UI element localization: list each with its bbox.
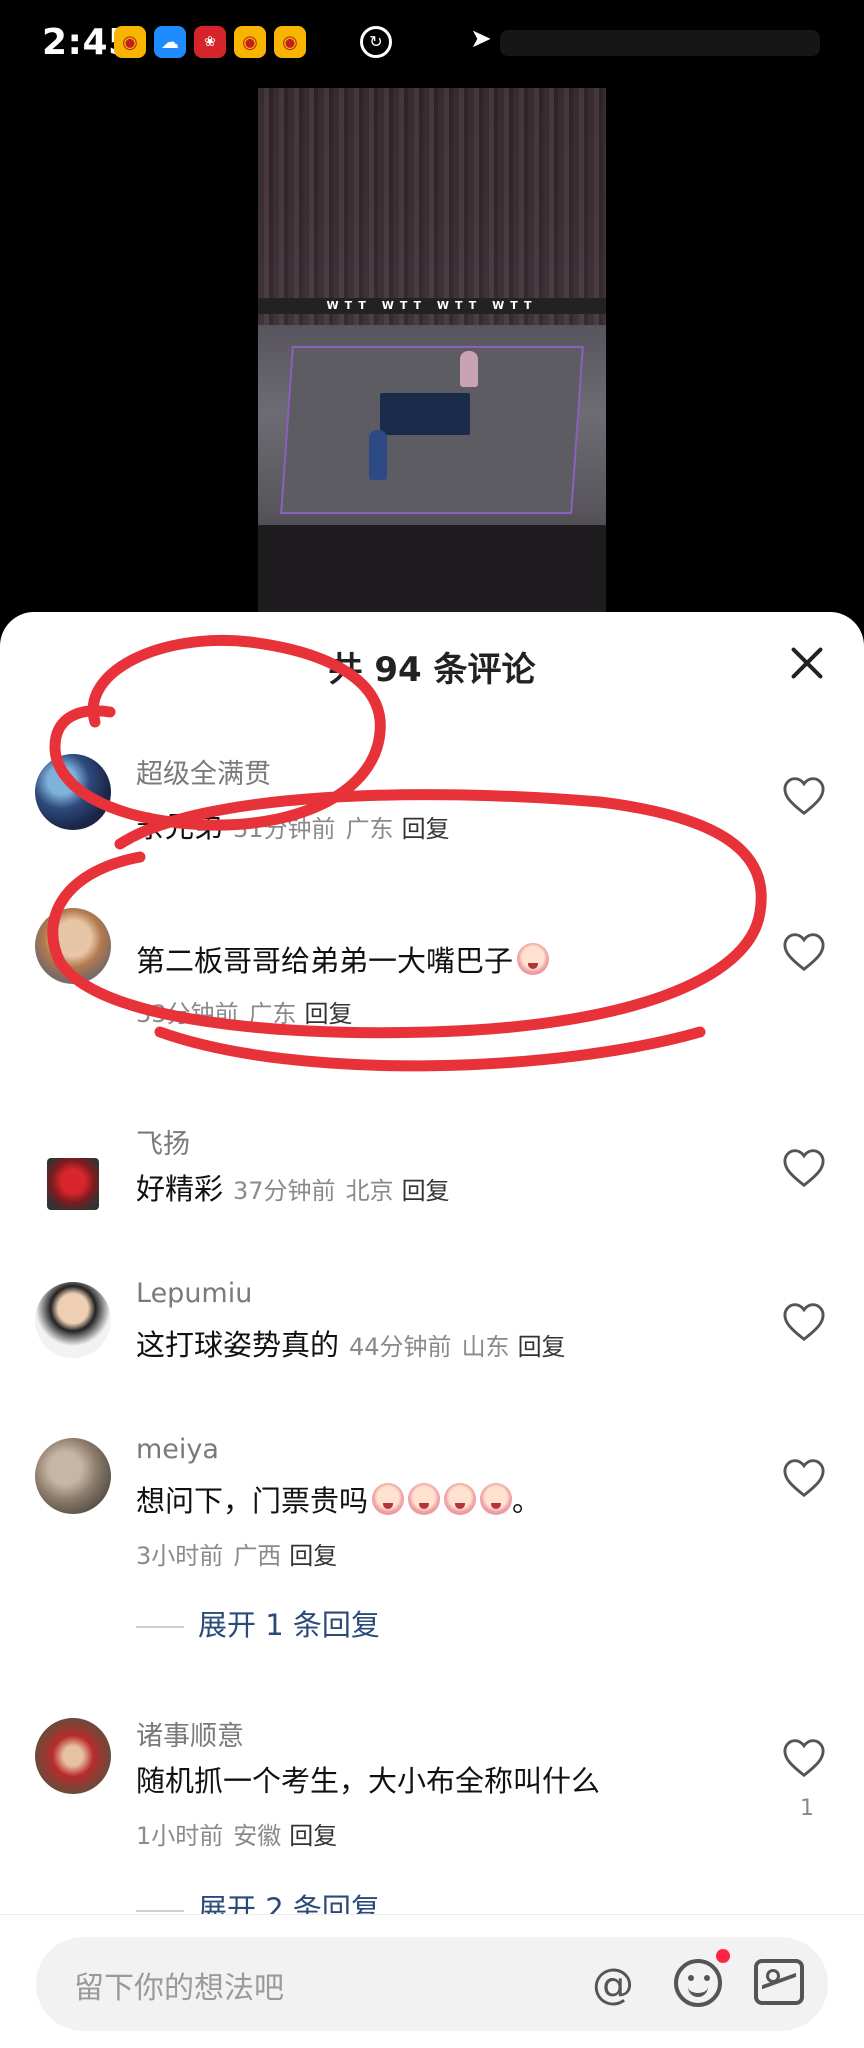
video-player-near — [369, 429, 388, 480]
sheet-title: 共 94 条评论 — [328, 650, 536, 690]
avatar[interactable] — [35, 1438, 111, 1514]
video-player-far — [459, 351, 478, 387]
video-player[interactable]: WTT WTT WTT WTT — [258, 88, 606, 614]
video-table — [379, 393, 471, 436]
comment-location: 安徽 — [233, 1822, 282, 1850]
cloud-icon: ☁ — [154, 26, 186, 58]
heart-icon[interactable] — [782, 1148, 826, 1188]
avatar[interactable] — [47, 1158, 99, 1210]
reply-button[interactable]: 回复 — [402, 815, 450, 843]
comment-meta: 3小时前 广西 回复 — [136, 1536, 337, 1571]
crying-emoji-icon — [372, 1483, 405, 1515]
like-count: 1 — [800, 1796, 814, 1821]
reply-button[interactable]: 回复 — [289, 1542, 337, 1570]
comment-sheet: 共 94 条评论 超级全满贯 亲兄弟 31分钟前 广东 回复 第二板哥哥给弟弟一大嘴巴… — [0, 612, 864, 2048]
video-foreground — [258, 524, 606, 614]
weibo-icon: ◉ — [114, 26, 146, 58]
weibo-icon: ◉ — [274, 26, 306, 58]
comment-username[interactable]: 飞扬 — [136, 1122, 190, 1161]
crying-emoji-icon — [480, 1483, 513, 1515]
comment-username[interactable]: 诸事顺意 — [136, 1714, 244, 1753]
comment-text: 想问下，门票贵吗。 — [136, 1483, 542, 1518]
avatar[interactable] — [35, 908, 111, 984]
comment-text: 这打球姿势真的 44分钟前 山东 回复 — [136, 1328, 566, 1362]
comment-time: 33分钟前 — [136, 1000, 239, 1028]
notification-icons: ◉ ☁ ❀ ◉ ◉ — [114, 26, 306, 58]
image-icon[interactable] — [754, 1959, 804, 2005]
video-crowd — [258, 88, 606, 325]
comment-location: 山东 — [461, 1333, 510, 1361]
weibo-icon: ◉ — [234, 26, 266, 58]
comment-time: 3小时前 — [136, 1542, 224, 1570]
comment-meta: 1小时前 安徽 回复 — [136, 1816, 337, 1851]
video-banner-logo: WTT WTT WTT WTT — [326, 299, 538, 313]
avatar[interactable] — [35, 1282, 111, 1358]
comment-username[interactable]: 超级全满贯 — [136, 752, 271, 791]
close-icon[interactable] — [788, 644, 826, 682]
comment-text: 第二板哥哥给弟弟一大嘴巴子 — [136, 938, 550, 980]
crying-emoji-icon — [408, 1483, 441, 1515]
comment-username[interactable]: Lepumiu — [136, 1278, 252, 1309]
comment-input[interactable]: 留下你的想法吧 @ — [36, 1937, 828, 2031]
avatar[interactable] — [35, 1718, 111, 1794]
blurred-status-area — [500, 30, 820, 56]
comment-input-placeholder: 留下你的想法吧 — [74, 1971, 284, 2006]
heart-icon[interactable] — [782, 1458, 826, 1498]
comment-location: 广西 — [233, 1542, 282, 1570]
comment-text: 随机抓一个考生，大小布全称叫什么 — [136, 1764, 601, 1798]
reply-button[interactable]: 回复 — [305, 1000, 353, 1028]
avatar[interactable] — [35, 754, 111, 830]
comment-input-bar: 留下你的想法吧 @ — [0, 1914, 864, 2048]
location-arrow-icon: ➤ — [470, 24, 492, 54]
comment-location: 北京 — [345, 1177, 394, 1205]
crying-emoji-icon — [444, 1483, 477, 1515]
app-badge-icon: ❀ — [194, 26, 226, 58]
status-bar: 2:45 ◉ ☁ ❀ ◉ ◉ ↻ ➤ — [0, 0, 864, 88]
comment-time: 1小时前 — [136, 1822, 224, 1850]
reply-button[interactable]: 回复 — [402, 1177, 450, 1205]
notification-dot — [716, 1949, 730, 1963]
heart-icon[interactable] — [782, 776, 826, 816]
comment-time: 44分钟前 — [349, 1333, 452, 1361]
sync-icon: ↻ — [360, 26, 392, 58]
comment-meta: 33分钟前 广东 回复 — [136, 994, 353, 1029]
comment-text: 好精彩 37分钟前 北京 回复 — [136, 1172, 450, 1206]
expand-replies-button[interactable]: 展开 1 条回复 — [136, 1602, 380, 1644]
heart-icon[interactable] — [782, 1738, 826, 1778]
comment-text: 亲兄弟 31分钟前 广东 回复 — [136, 810, 450, 844]
mention-icon[interactable]: @ — [588, 1959, 638, 2009]
heart-icon[interactable] — [782, 932, 826, 972]
reply-button[interactable]: 回复 — [289, 1822, 337, 1850]
emoji-icon[interactable] — [674, 1959, 722, 2007]
comment-time: 37分钟前 — [233, 1177, 336, 1205]
comment-username[interactable]: meiya — [136, 1434, 219, 1465]
heart-icon[interactable] — [782, 1302, 826, 1342]
crying-emoji-icon — [517, 943, 550, 975]
comment-location: 广东 — [248, 1000, 297, 1028]
comment-location: 广东 — [345, 815, 394, 843]
comment-time: 31分钟前 — [233, 815, 336, 843]
reply-button[interactable]: 回复 — [518, 1333, 566, 1361]
